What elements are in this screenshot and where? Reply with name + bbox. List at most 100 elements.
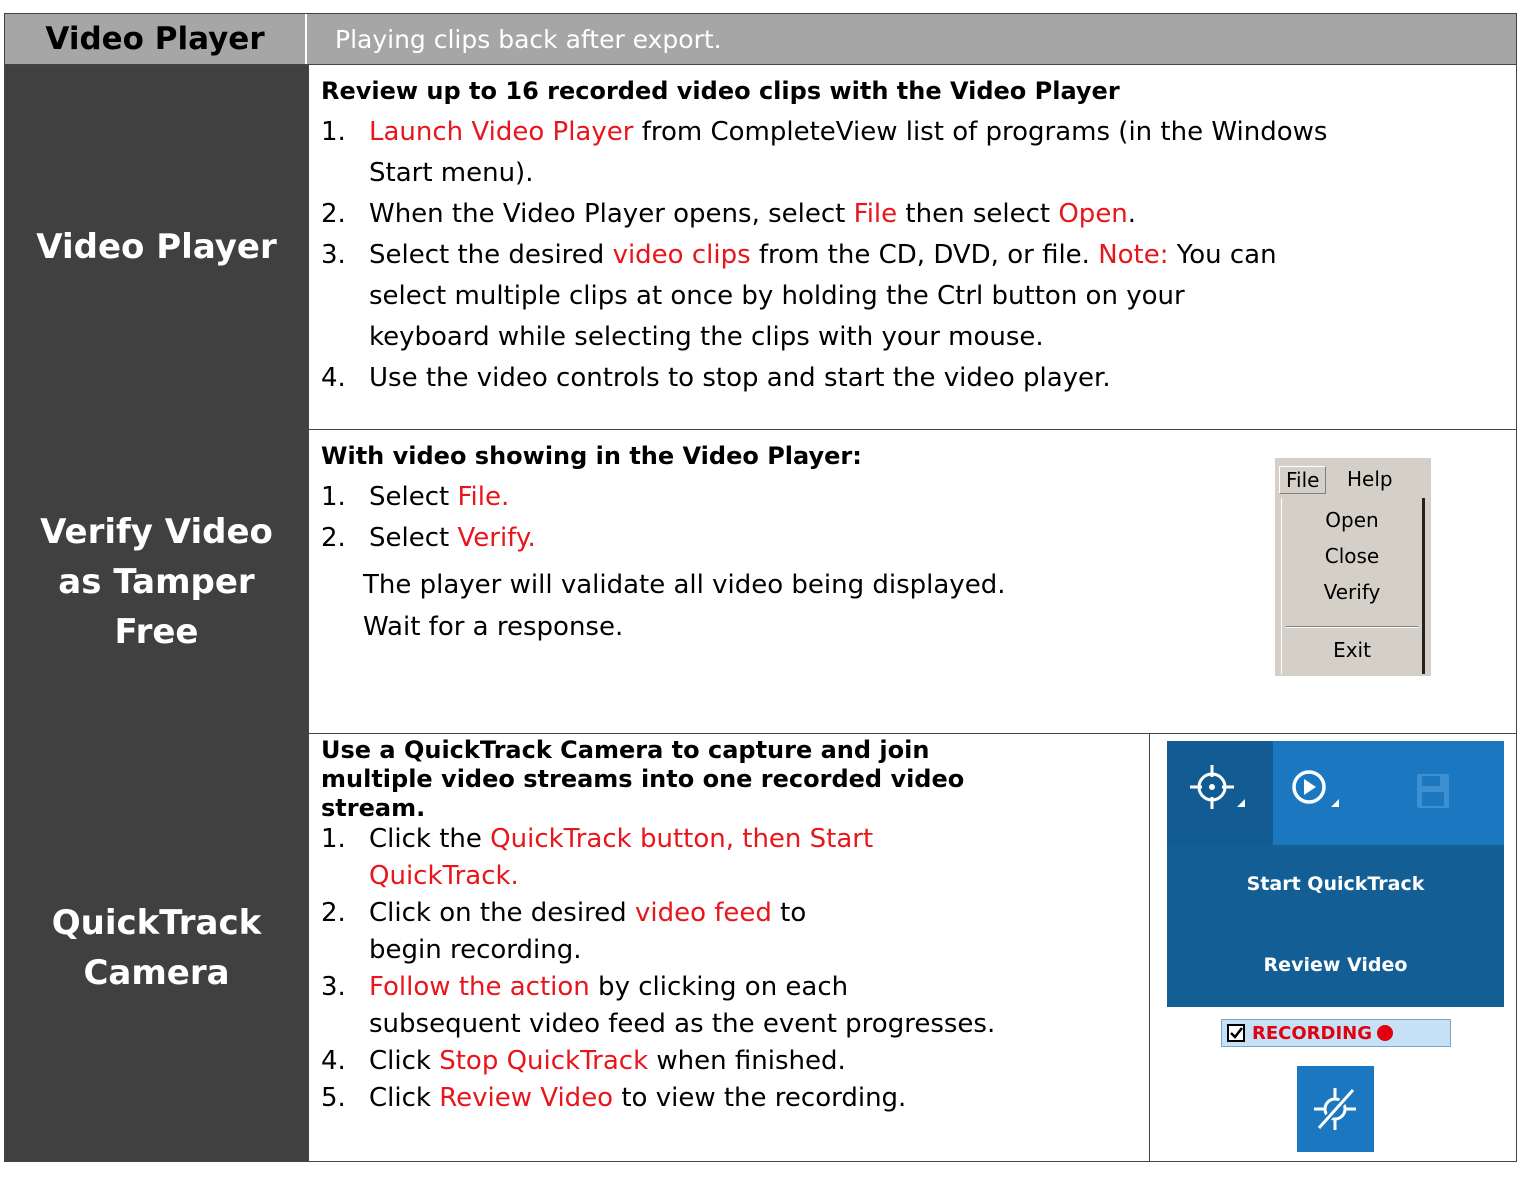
row-label-line: Verify Video [40, 511, 273, 552]
step-number: 1. [321, 824, 346, 854]
step-line: 1. Click the QuickTrack button, then Star… [321, 824, 873, 854]
note-line: The player will validate all video being… [363, 570, 1006, 600]
step-number: 1. [321, 117, 346, 147]
row-verify-video: Verify Video as Tamper Free With video s… [4, 430, 1517, 734]
menu-item-verify[interactable]: Verify [1282, 580, 1422, 604]
step-text: subsequent video feed as the event progr… [369, 1009, 996, 1039]
row-label-line: Free [114, 611, 199, 652]
review-button[interactable] [1273, 741, 1373, 845]
step-number: 4. [321, 363, 346, 393]
recording-label: RECORDING [1252, 1022, 1373, 1044]
quicktrack-dropdown: Start QuickTrack Review Video [1167, 845, 1504, 1007]
menu-bar-file[interactable]: File [1279, 466, 1327, 494]
file-menu-dropdown: Open Close Verify Exit [1281, 498, 1425, 674]
highlighted-text: Stop QuickTrack [439, 1046, 649, 1076]
heading-line: Use a QuickTrack Camera to capture and j… [321, 736, 930, 764]
step-number: 2. [321, 523, 346, 553]
step-text: Click on the desired [369, 898, 635, 928]
highlighted-text: Follow the action [369, 972, 590, 1002]
column-divider [1149, 734, 1150, 1161]
step-text: then select [897, 199, 1059, 229]
step-text: Select [369, 523, 458, 553]
menu-item-close[interactable]: Close [1282, 544, 1422, 568]
row-content: Use a QuickTrack Camera to capture and j… [309, 734, 1516, 1161]
step-text: by clicking on each [589, 972, 849, 1002]
row-label-line: Camera [83, 952, 230, 993]
highlighted-text: QuickTrack button, then Start [490, 824, 874, 854]
row-video-player: Video Player Review up to 16 recorded vi… [4, 65, 1517, 430]
step-text: from CompleteView list of programs (in t… [633, 117, 1328, 147]
highlighted-text: video feed [634, 898, 772, 928]
step-text: begin recording. [369, 935, 582, 965]
step-line: 2. Click on the desired video feed to [321, 898, 806, 928]
step-line: 2. When the Video Player opens, select Fi… [321, 199, 1136, 229]
step-number: 2. [321, 898, 346, 928]
step-text: Start menu). [369, 158, 534, 188]
step-text: Select [369, 482, 458, 512]
step-line: subsequent video feed as the event progr… [321, 1009, 995, 1039]
highlighted-text: video clips [612, 240, 751, 270]
highlighted-text: Open [1058, 199, 1128, 229]
file-menu-screenshot: File Help Open Close Verify Exit [1275, 458, 1431, 676]
step-text: when finished. [648, 1046, 846, 1076]
highlighted-text: File. [457, 482, 510, 512]
row-label: QuickTrack Camera [5, 734, 309, 1161]
step-line: select multiple clips at once by holding… [321, 281, 1185, 311]
heading-line: multiple video streams into one recorded… [321, 765, 965, 793]
menu-bar-help[interactable]: Help [1347, 466, 1393, 492]
row-quicktrack: QuickTrack Camera Use a QuickTrack Camer… [4, 734, 1517, 1162]
play-icon [1292, 770, 1339, 807]
step-line: 1. Select File. [321, 482, 509, 512]
highlighted-text: Note: [1098, 240, 1169, 270]
step-line: 5. Click Review Video to view the recordi… [321, 1083, 906, 1113]
highlighted-text: QuickTrack. [369, 861, 519, 891]
record-dot-icon [1377, 1025, 1394, 1041]
row-heading: Review up to 16 recorded video clips wit… [321, 77, 1120, 105]
highlighted-text: Verify. [457, 523, 536, 553]
step-text: Click [369, 1046, 440, 1076]
step-line: begin recording. [321, 935, 582, 965]
step-text: When the Video Player opens, select [369, 199, 854, 229]
row-label: Video Player [5, 65, 309, 429]
step-line: Start menu). [321, 158, 533, 188]
highlighted-text: Review Video [439, 1083, 614, 1113]
row-content: Review up to 16 recorded video clips wit… [309, 65, 1516, 429]
step-text: to [771, 898, 807, 928]
header-row: Video Player Playing clips back after ex… [4, 13, 1517, 65]
step-text: Click the [369, 824, 491, 854]
row-label: Verify Video as Tamper Free [5, 430, 309, 733]
step-number: 4. [321, 1046, 346, 1076]
step-number: 3. [321, 972, 346, 1002]
menu-item-exit[interactable]: Exit [1282, 638, 1422, 662]
quicktrack-icon [1190, 765, 1245, 809]
row-heading: With video showing in the Video Player: [321, 442, 862, 470]
save-icon [1417, 774, 1449, 808]
step-text: Click [369, 1083, 440, 1113]
menu-item-start-quicktrack[interactable]: Start QuickTrack [1167, 873, 1504, 895]
step-number: 1. [321, 482, 346, 512]
step-text: Select the desired [369, 240, 613, 270]
step-line: 3. Select the desired video clips from th… [321, 240, 1277, 270]
step-line: keyboard while selecting the clips with … [321, 322, 1044, 352]
step-text: from the CD, DVD, or file. [750, 240, 1099, 270]
row-heading: Use a QuickTrack Camera to capture and j… [321, 736, 964, 823]
step-text: . [1127, 199, 1137, 229]
stop-quicktrack-button[interactable] [1297, 1066, 1374, 1152]
menu-item-review-video[interactable]: Review Video [1167, 954, 1504, 976]
row-label-line: QuickTrack [51, 902, 262, 943]
stop-quicktrack-icon [1314, 1087, 1356, 1131]
heading-line: stream. [321, 794, 426, 822]
menu-item-open[interactable]: Open [1282, 508, 1422, 532]
save-button[interactable] [1407, 766, 1457, 816]
step-text: select multiple clips at once by holding… [369, 281, 1185, 311]
step-text: to view the recording. [613, 1083, 907, 1113]
step-number: 2. [321, 199, 346, 229]
menu-separator [1286, 626, 1418, 628]
quicktrack-button[interactable] [1167, 741, 1273, 845]
step-text: keyboard while selecting the clips with … [369, 322, 1044, 352]
note-line: Wait for a response. [363, 612, 624, 642]
row-content: With video showing in the Video Player: … [309, 430, 1516, 733]
step-line: 4. Use the video controls to stop and sta… [321, 363, 1111, 393]
header-title: Video Player [5, 14, 307, 64]
step-text: You can [1168, 240, 1277, 270]
